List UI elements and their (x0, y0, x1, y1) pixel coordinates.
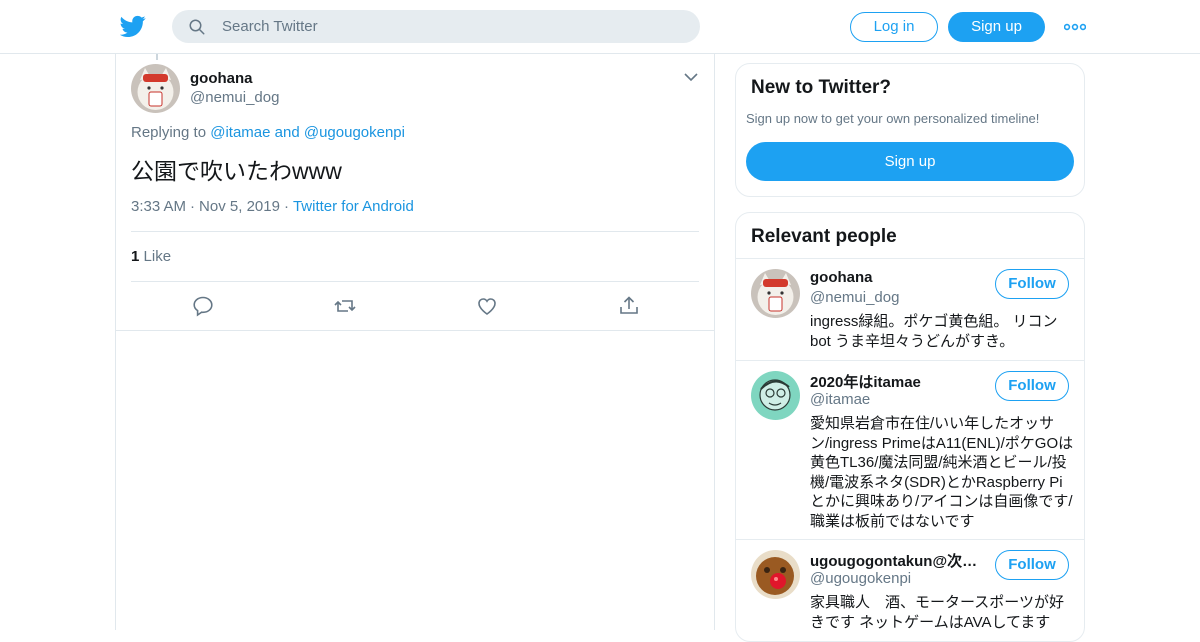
follow-button[interactable]: Follow (995, 269, 1069, 299)
retweet-icon[interactable] (333, 294, 357, 318)
like-count: 1 (131, 248, 140, 265)
avatar-lucky-cat-image (131, 64, 180, 113)
replying-to: Replying to @itamae and @ugougokenpi (131, 124, 405, 141)
signup-card: New to Twitter? Sign up now to get your … (735, 63, 1085, 197)
person-bio: 愛知県岩倉市在住/いい年したオッサン/ingress PrimeはA11(ENL… (810, 415, 1074, 530)
person-handle[interactable]: @itamae (810, 391, 870, 408)
avatar-sketch-portrait-image (751, 371, 800, 420)
tweet-text: 公園で吹いたわwww (131, 158, 342, 184)
search-box[interactable] (172, 10, 700, 43)
like-stats[interactable]: 1 Like (131, 248, 171, 265)
reply-and: and (274, 124, 300, 141)
tweet-date[interactable]: Nov 5, 2019 (199, 198, 280, 215)
login-button[interactable]: Log in (850, 12, 938, 42)
person-name[interactable]: ugougogontakun@次回... (810, 550, 980, 571)
person-item[interactable]: 2020年はitamae @itamae Follow 愛知県岩倉市在住/いい年… (736, 361, 1084, 539)
tweet-time[interactable]: 3:33 AM (131, 198, 186, 215)
reply-mention-itamae[interactable]: @itamae (210, 124, 270, 141)
signup-button[interactable]: Sign up (948, 12, 1045, 42)
person-item[interactable]: ugougogontakun@次回... @ugougokenpi Follow… (736, 540, 1084, 641)
like-label: Like (143, 248, 172, 265)
signup-card-subtitle: Sign up now to get your own personalized… (746, 111, 1040, 126)
search-icon (189, 19, 205, 35)
avatar[interactable] (751, 269, 800, 318)
main-column: goohana @nemui_dog Replying to @itamae a… (115, 54, 715, 630)
tweet-meta: 3:33 AM · Nov 5, 2019 · Twitter for Android (131, 198, 414, 215)
search-input[interactable] (222, 10, 682, 43)
divider (131, 231, 699, 232)
like-icon[interactable] (475, 294, 499, 318)
relevant-people-title: Relevant people (751, 226, 897, 247)
divider (131, 281, 699, 282)
follow-button[interactable]: Follow (995, 550, 1069, 580)
signup-card-button[interactable]: Sign up (746, 142, 1074, 181)
replying-prefix: Replying to (131, 124, 207, 141)
tweet: goohana @nemui_dog Replying to @itamae a… (116, 54, 714, 331)
person-item[interactable]: goohana @nemui_dog Follow ingress緑組。ポケゴ黄… (736, 259, 1084, 360)
more-icon[interactable] (1064, 20, 1086, 34)
person-handle[interactable]: @ugougokenpi (810, 570, 911, 587)
author-name[interactable]: goohana (190, 70, 253, 87)
avatar[interactable] (751, 371, 800, 420)
reply-icon[interactable] (191, 294, 215, 318)
avatar-doll-image (751, 550, 800, 599)
avatar[interactable] (131, 64, 180, 113)
follow-button[interactable]: Follow (995, 371, 1069, 401)
chevron-down-icon[interactable] (684, 72, 698, 82)
author-handle[interactable]: @nemui_dog (190, 89, 279, 106)
share-icon[interactable] (617, 294, 641, 318)
person-bio: ingress緑組。ポケゴ黄色組。 リコンbot うま辛坦々うどんがすき。 (810, 313, 1058, 350)
reply-mention-ugougokenpi[interactable]: @ugougokenpi (304, 124, 405, 141)
signup-card-title: New to Twitter? (751, 77, 892, 98)
person-bio: 家具職人 酒、モータースポーツが好きです ネットゲームはAVAしてます (810, 594, 1064, 631)
tweet-source[interactable]: Twitter for Android (293, 198, 414, 215)
twitter-bird-icon[interactable] (120, 13, 146, 39)
top-bar: Log in Sign up (0, 0, 1200, 54)
avatar-lucky-cat-image (751, 269, 800, 318)
relevant-people-card: Relevant people goohana @nemui_dog Follo… (735, 212, 1085, 642)
person-name[interactable]: goohana (810, 269, 980, 286)
person-name[interactable]: 2020年はitamae (810, 371, 980, 392)
avatar[interactable] (751, 550, 800, 599)
person-handle[interactable]: @nemui_dog (810, 289, 899, 306)
